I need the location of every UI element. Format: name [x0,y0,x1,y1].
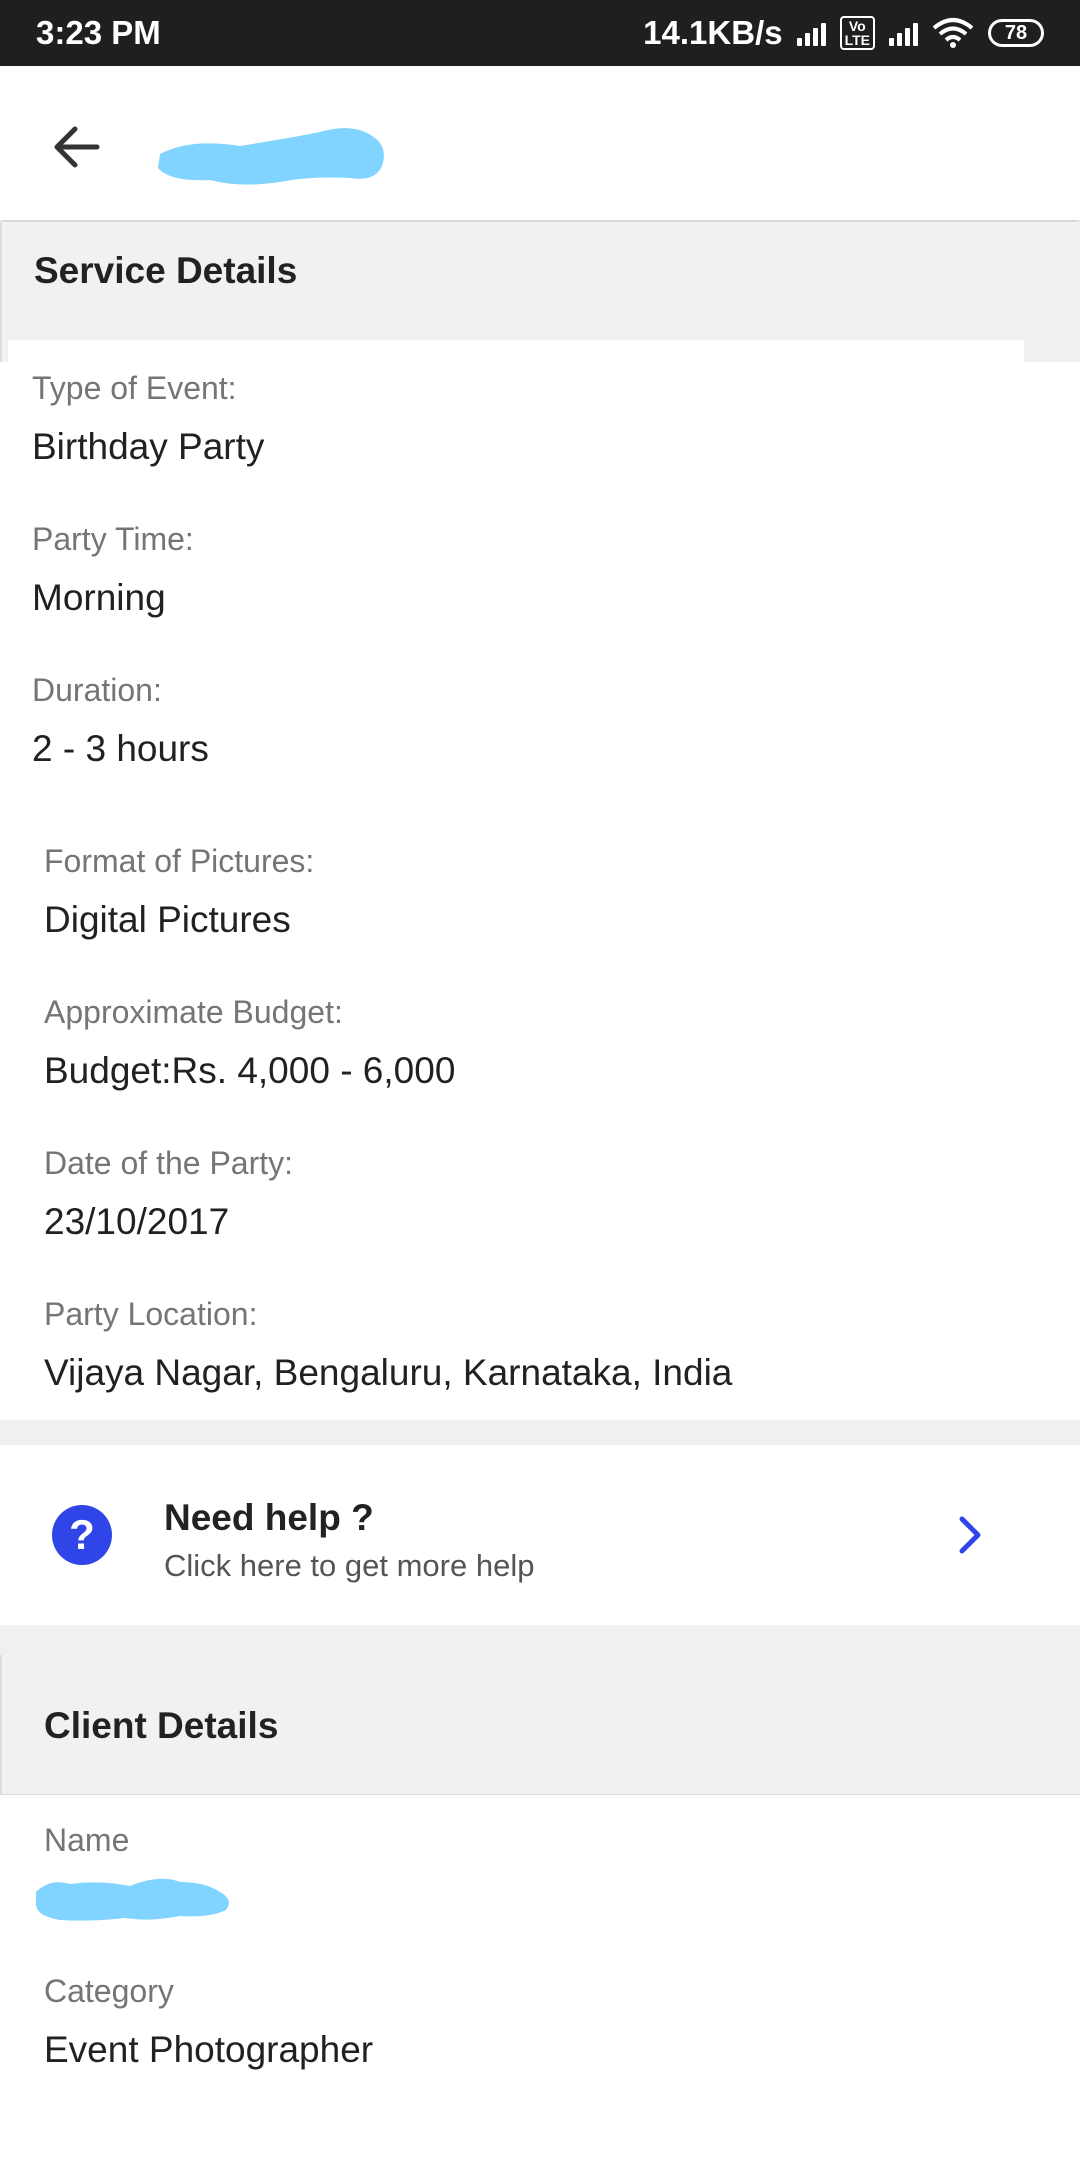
section-title: Service Details [34,250,298,291]
volte-icon: Vo LTE [839,16,875,50]
field-value-type-of-event: Birthday Party [32,426,265,467]
arrow-left-icon [54,126,100,168]
question-circle-icon: ? [52,1505,112,1565]
redacted-name [36,1878,229,1921]
app-bar [0,66,1080,220]
field-value-party-time: Morning [32,577,166,618]
status-icons: 14.1KB/s Vo LTE 78 [643,14,1044,52]
field-value-duration: 2 - 3 hours [32,728,209,769]
field-label-date-of-party: Date of the Party: [44,1145,294,1181]
back-button[interactable] [40,110,114,184]
wifi-icon [932,18,974,48]
field-value-format-of-pictures: Digital Pictures [44,899,291,940]
redacted-title [158,128,384,185]
field-label-type-of-event: Type of Event: [32,370,237,406]
section-divider [0,1625,1080,1655]
field-label-format-of-pictures: Format of Pictures: [44,843,315,879]
need-help-row[interactable]: ? Need help ? Click here to get more hel… [0,1445,1080,1625]
field-label-name: Name [44,1822,130,1858]
field-label-party-time: Party Time: [32,521,194,557]
chevron-right-icon [959,1516,981,1554]
help-title: Need help ? [164,1497,374,1538]
section-divider [0,1420,1080,1445]
cellular-signal-icon [889,20,918,46]
field-label-category: Category [44,1973,174,2009]
field-value-date-of-party: 23/10/2017 [44,1201,230,1242]
help-subtitle: Click here to get more help [164,1548,535,1583]
status-bar: 3:23 PM 14.1KB/s Vo LTE 78 [0,0,1080,66]
section-title: Client Details [44,1705,279,1746]
battery-icon: 78 [988,19,1044,47]
field-label-approximate-budget: Approximate Budget: [44,994,343,1030]
field-value-approximate-budget: Budget:Rs. 4,000 - 6,000 [44,1050,456,1091]
field-label-party-location: Party Location: [44,1296,258,1332]
client-details-header: Client Details [0,1655,1080,1795]
cellular-signal-icon [796,20,826,46]
field-label-duration: Duration: [32,672,162,708]
service-details-screen: 3:23 PM 14.1KB/s Vo LTE 78 Service Detai… [0,0,1080,2160]
field-value-party-location: Vijaya Nagar, Bengaluru, Karnataka, Indi… [44,1352,733,1393]
status-time: 3:23 PM [36,14,161,51]
network-speed: 14.1KB/s [643,14,783,51]
field-value-category: Event Photographer [44,2029,374,2070]
